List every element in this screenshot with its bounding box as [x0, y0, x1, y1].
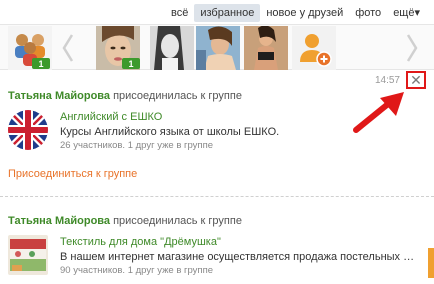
close-icon: ✕	[410, 72, 422, 88]
post-action-text-2: присоединилась к группе	[110, 215, 242, 227]
add-friend-icon[interactable]	[292, 26, 336, 70]
group-card-2: Текстиль для дома "Дрёмушка" В нашем инт…	[8, 235, 420, 278]
post-time: 14:57	[374, 74, 400, 86]
post-header-2: Татьяна Майорова присоединилась к группе	[8, 215, 242, 227]
post-header: Татьяна Майорова присоединилась к группе	[8, 90, 242, 102]
textile-shop-image[interactable]	[8, 235, 48, 275]
post-meta: 14:57 ✕	[375, 71, 426, 89]
group-info: Английский с ЕШКО Курсы Английского язык…	[60, 110, 420, 153]
post-author-link-2[interactable]: Татьяна Майорова	[8, 215, 110, 227]
friends-group-icon[interactable]: 1	[8, 26, 52, 70]
tab-photos[interactable]: фото	[349, 4, 387, 22]
group-description: Курсы Английского языка от школы ЕШКО.	[60, 126, 280, 138]
tab-more[interactable]: ещё▾	[387, 4, 426, 22]
post-divider	[0, 196, 434, 197]
tab-favorites[interactable]: избранное	[194, 4, 261, 22]
group-members-count-2: 90 участников. 1 друг уже в группе	[60, 265, 213, 276]
carousel-photo-woman-selfie[interactable]	[196, 26, 240, 70]
scrollbar-thumb[interactable]	[428, 248, 434, 278]
feed-filter-tabs: всё избранное новое у друзей фото ещё▾	[165, 4, 426, 22]
tab-all[interactable]: всё	[165, 4, 194, 22]
favorites-carousel: 1 1	[0, 24, 434, 70]
carousel-photo-woman-bw[interactable]	[150, 26, 194, 70]
group-info-2: Текстиль для дома "Дрёмушка" В нашем инт…	[60, 235, 420, 278]
group-description-2: В нашем интернет магазине осуществляется…	[60, 251, 420, 263]
carousel-photo-woman-portrait[interactable]: 1	[96, 26, 140, 70]
carousel-photo-woman-dancing[interactable]	[244, 26, 288, 70]
close-post-button[interactable]: ✕	[406, 71, 426, 89]
uk-flag-icon[interactable]	[8, 110, 48, 150]
photo-badge-count: 1	[128, 59, 133, 69]
group-title-link-2[interactable]: Текстиль для дома "Дрёмушка"	[60, 235, 420, 250]
group-members-count: 26 участников. 1 друг уже в группе	[60, 140, 213, 151]
post-action-text: присоединилась к группе	[110, 90, 242, 102]
carousel-prev-arrow[interactable]	[62, 33, 74, 63]
post-author-link[interactable]: Татьяна Майорова	[8, 90, 110, 102]
group-card: Английский с ЕШКО Курсы Английского язык…	[8, 110, 420, 153]
carousel-next-arrow[interactable]	[406, 33, 418, 63]
friends-badge-count: 1	[38, 59, 43, 69]
tab-friends-news[interactable]: новое у друзей	[260, 4, 349, 22]
join-group-link[interactable]: Присоединиться к группе	[8, 168, 137, 180]
group-title-link[interactable]: Английский с ЕШКО	[60, 110, 420, 125]
